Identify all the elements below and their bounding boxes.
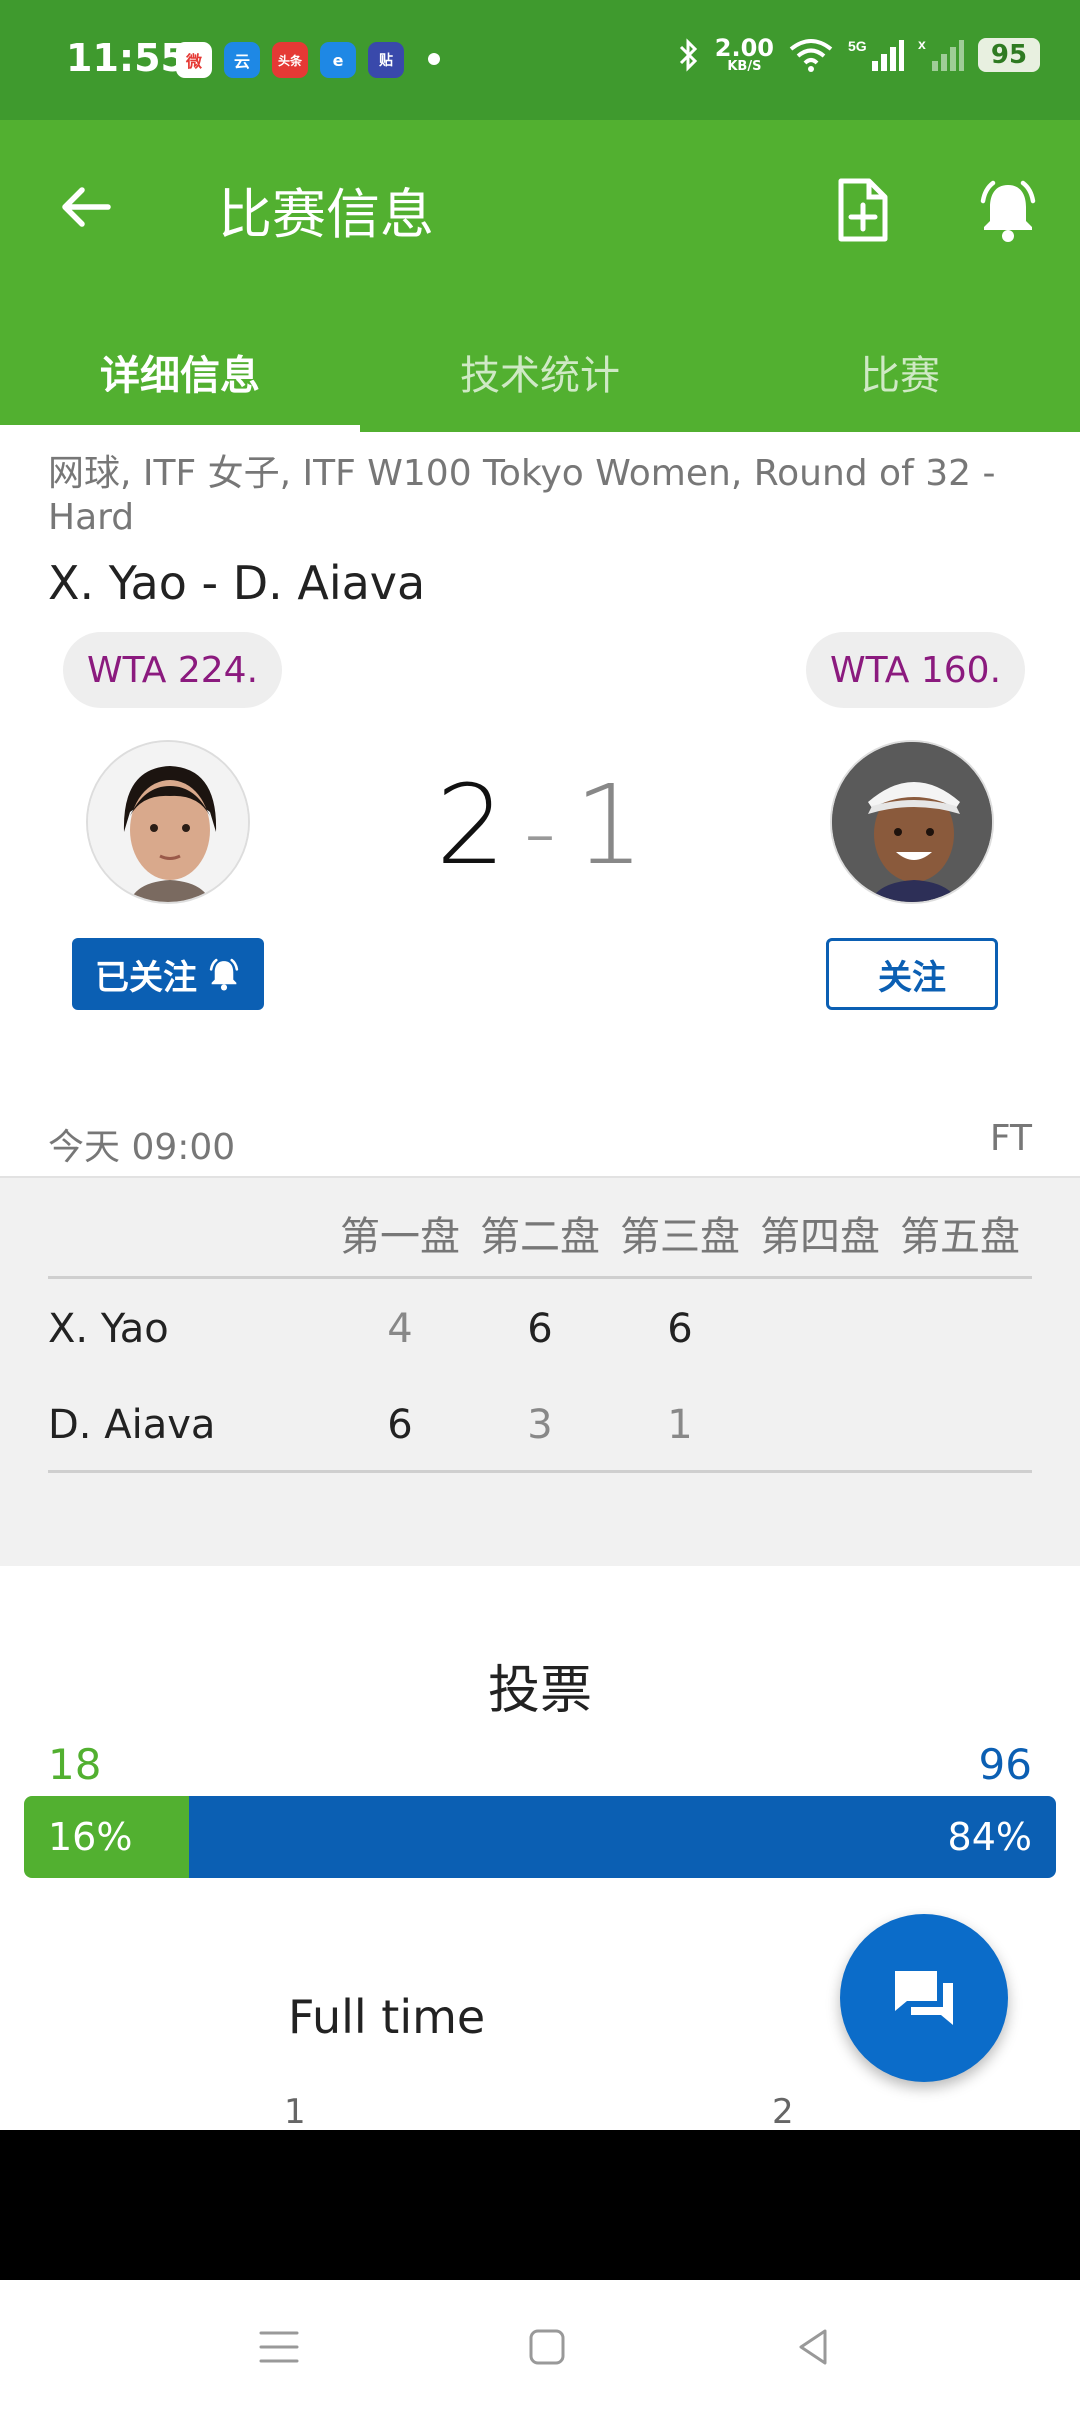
system-nav-bar xyxy=(0,2280,1080,2414)
match-score: 2-1 xyxy=(0,760,1080,898)
set-header: 第三盘 xyxy=(620,1214,740,1260)
weibo-icon: 微 xyxy=(176,42,212,78)
set-header: 第二盘 xyxy=(480,1214,600,1260)
bluetooth-icon xyxy=(679,37,697,72)
table-divider xyxy=(48,1276,1032,1279)
set-score: 3 xyxy=(527,1402,553,1448)
notification-button[interactable] xyxy=(970,170,1046,250)
bell-ringing-icon xyxy=(209,958,239,991)
vote-bar[interactable]: 16% 84% xyxy=(24,1796,1056,1878)
set-header: 第五盘 xyxy=(900,1214,1020,1260)
set-score: 6 xyxy=(527,1306,553,1352)
home-sets-won: 2 xyxy=(435,761,506,889)
add-to-calendar-button[interactable] xyxy=(828,170,898,250)
home-vote-segment[interactable]: 16% xyxy=(24,1796,190,1878)
set-score-table: 第一盘 第二盘 第三盘 第四盘 第五盘 X. Yao 4 6 6 D. Aiav… xyxy=(0,1176,1080,1566)
score-separator: - xyxy=(523,780,557,885)
net-speed: 2.00 KB/S xyxy=(714,34,774,74)
vote-title: 投票 xyxy=(487,1661,592,1721)
away-vote-percent: 84% xyxy=(947,1815,1032,1859)
set-score: 6 xyxy=(667,1306,693,1352)
set-score: 6 xyxy=(387,1402,413,1448)
home-vote-percent: 16% xyxy=(48,1815,133,1859)
battery-indicator: 95 xyxy=(978,37,1040,72)
tab-bar: 详细信息 技术统计 比赛 xyxy=(0,312,1080,432)
status-indicators: 2.00 KB/S 5G x 95 xyxy=(677,36,1040,73)
svg-text:x: x xyxy=(918,37,926,52)
chat-icon xyxy=(895,1971,953,2025)
set-headers: 第一盘 第二盘 第三盘 第四盘 第五盘 xyxy=(330,1204,1030,1262)
wifi-icon xyxy=(789,38,833,72)
home-square-icon xyxy=(529,2329,565,2365)
nav-menu-button[interactable] xyxy=(246,2314,312,2380)
full-time-column-1: 1 xyxy=(284,2092,306,2132)
nav-home-button[interactable] xyxy=(514,2314,580,2380)
status-bar: 11:55 微 云 头条 e 贴 2.00 KB/S 5G x 95 xyxy=(0,0,1080,120)
player-name: D. Aiava xyxy=(48,1402,216,1448)
away-follow-button[interactable]: 关注 xyxy=(826,938,998,1010)
set-score: 1 xyxy=(667,1402,693,1448)
full-time-column-2: 2 xyxy=(772,2092,794,2132)
status-app-icons: 微 云 头条 e 贴 xyxy=(176,42,404,78)
signal-sim2-icon: x xyxy=(918,37,964,71)
file-add-icon xyxy=(838,178,888,242)
home-rank-badge[interactable]: WTA 224. xyxy=(63,632,283,708)
tab-statistics[interactable]: 技术统计 xyxy=(360,312,720,432)
home-follow-button[interactable]: 已关注 xyxy=(72,938,264,1010)
black-overlay-band xyxy=(0,2130,1080,2280)
away-vote-count: 96 xyxy=(978,1740,1032,1789)
app-bar: 比赛信息 详细信息 技术统计 比赛 xyxy=(0,120,1080,432)
back-button[interactable] xyxy=(50,172,120,242)
browser-icon: e xyxy=(320,42,356,78)
chat-fab-button[interactable] xyxy=(840,1914,1008,2082)
set-header: 第四盘 xyxy=(760,1214,880,1260)
table-row: X. Yao 4 6 6 xyxy=(0,1288,1080,1378)
menu-icon xyxy=(259,2331,299,2363)
away-rank-badge[interactable]: WTA 160. xyxy=(806,632,1026,708)
bell-ringing-icon xyxy=(980,180,1036,242)
set-header: 第一盘 xyxy=(340,1214,460,1260)
tab-details[interactable]: 详细信息 xyxy=(0,312,360,432)
back-triangle-icon xyxy=(799,2329,827,2365)
notification-dot-icon xyxy=(428,53,440,65)
tab-match[interactable]: 比赛 xyxy=(720,312,1080,432)
tieba-icon: 贴 xyxy=(368,42,404,78)
full-time-label: Full time xyxy=(288,1990,486,2044)
match-datetime: 今天 09:00 xyxy=(48,1127,236,1168)
away-sets-won: 1 xyxy=(574,761,645,889)
signal-5g-icon: 5G xyxy=(848,38,904,71)
table-divider xyxy=(48,1470,1032,1473)
toutiao-icon: 头条 xyxy=(272,42,308,78)
match-status: FT xyxy=(989,1118,1032,1159)
table-row: D. Aiava 6 3 1 xyxy=(0,1384,1080,1474)
set-score: 4 xyxy=(387,1306,413,1352)
home-vote-count: 18 xyxy=(48,1740,102,1789)
nav-back-button[interactable] xyxy=(780,2314,846,2380)
arrow-left-icon xyxy=(62,187,111,227)
player-name: X. Yao xyxy=(48,1306,169,1352)
away-vote-segment[interactable]: 84% xyxy=(189,1796,1056,1878)
match-name: X. Yao - D. Aiava xyxy=(48,556,426,610)
status-time: 11:55 xyxy=(66,36,187,80)
svg-text:5G: 5G xyxy=(848,38,867,54)
cloud-icon: 云 xyxy=(224,42,260,78)
page-title: 比赛信息 xyxy=(218,183,434,246)
follow-label: 已关注 xyxy=(95,957,197,998)
tournament-subtitle: 网球, ITF 女子, ITF W100 Tokyo Women, Round … xyxy=(48,453,996,538)
